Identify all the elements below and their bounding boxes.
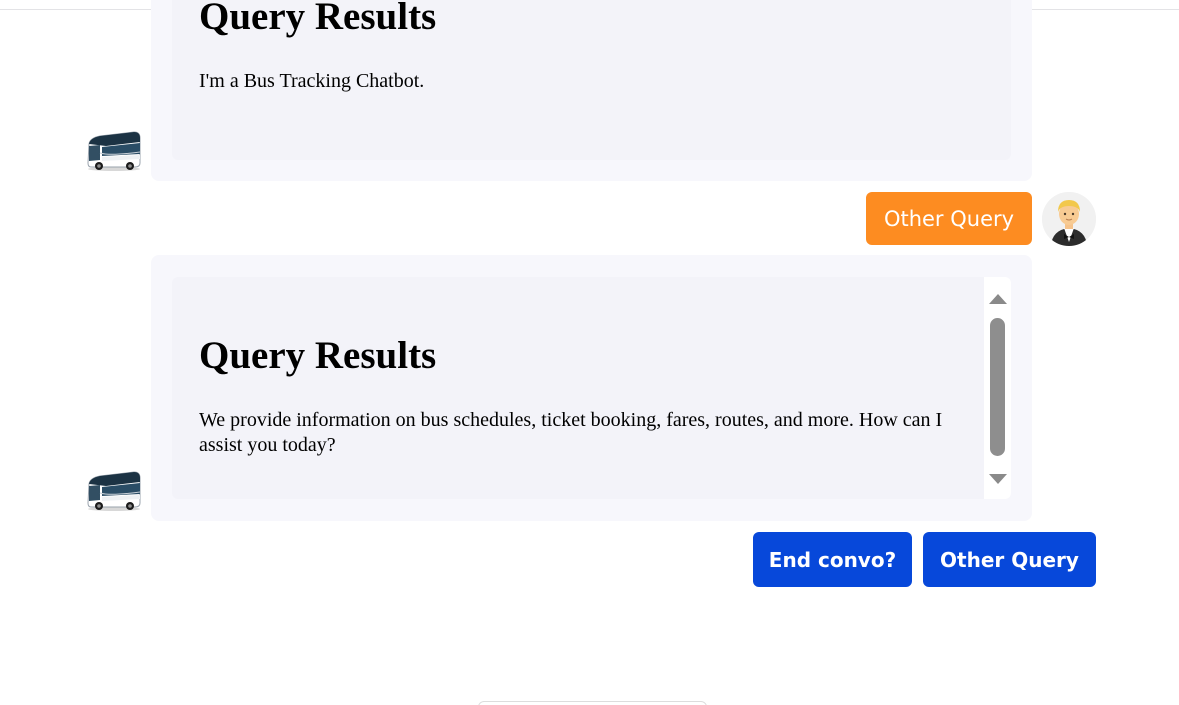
scrollbar[interactable] xyxy=(984,277,1011,499)
other-query-button[interactable]: Other Query xyxy=(923,532,1096,587)
query-results-panel: Query Results I'm a Bus Tracking Chatbot… xyxy=(172,0,1011,160)
scrollbar-thumb[interactable] xyxy=(990,318,1005,456)
man-in-tuxedo-icon xyxy=(1042,192,1096,246)
query-results-panel[interactable]: Query Results We provide information on … xyxy=(172,277,1011,499)
result-text: I'm a Bus Tracking Chatbot. xyxy=(199,70,425,92)
result-title: Query Results xyxy=(199,0,437,38)
message-input[interactable] xyxy=(478,701,707,705)
chat-page: Query Results I'm a Bus Tracking Chatbot… xyxy=(0,0,1179,705)
bot-message: Query Results I'm a Bus Tracking Chatbot… xyxy=(151,0,1032,181)
end-convo-button[interactable]: End convo? xyxy=(753,532,912,587)
scroll-up-arrow-icon[interactable] xyxy=(989,294,1007,304)
bus-icon xyxy=(86,470,142,512)
bot-message: Query Results We provide information on … xyxy=(151,255,1032,521)
bus-icon xyxy=(86,130,142,172)
scroll-down-arrow-icon[interactable] xyxy=(989,474,1007,484)
result-title: Query Results xyxy=(199,334,437,377)
user-message-other-query[interactable]: Other Query xyxy=(866,192,1032,245)
result-text: We provide information on bus schedules,… xyxy=(199,409,943,456)
